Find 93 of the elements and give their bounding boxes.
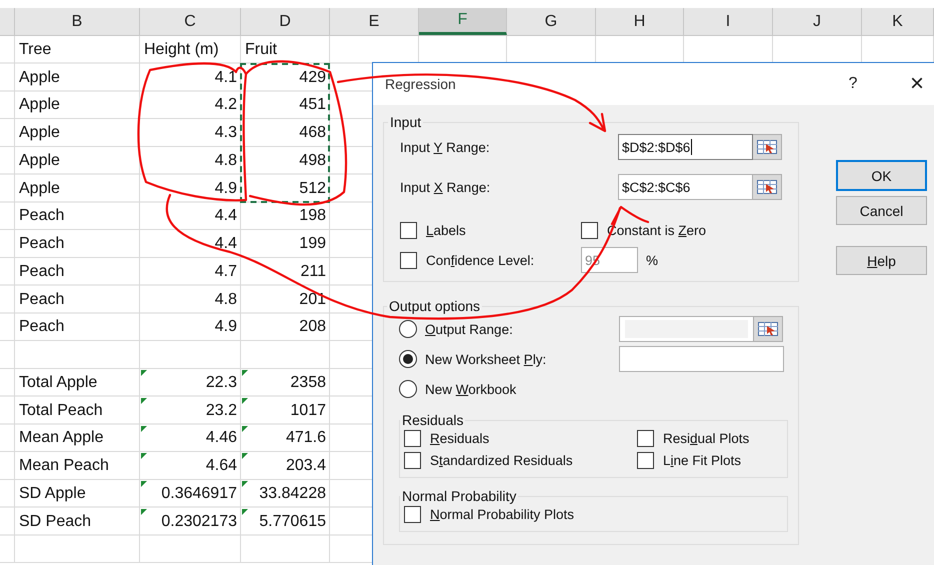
- dialog-button[interactable]: OK: [836, 160, 927, 191]
- percent-label: %: [646, 252, 658, 268]
- close-button[interactable]: ×: [894, 68, 934, 100]
- table-cell: 198: [299, 207, 326, 226]
- table-cell: 429: [299, 68, 326, 87]
- table-cell: 4.9: [214, 318, 237, 336]
- table-cell: Fruit: [245, 40, 277, 59]
- table-cell: Peach: [19, 318, 64, 336]
- table-cell: 33.84228: [259, 484, 326, 503]
- table-cell: 4.8: [214, 152, 237, 170]
- table-cell: 4.9: [214, 180, 237, 198]
- table-cell: Apple: [19, 96, 60, 114]
- table-cell: 23.2: [206, 402, 237, 420]
- range-picker-icon: [757, 140, 777, 154]
- dialog-button[interactable]: Cancel: [836, 196, 927, 225]
- checkbox[interactable]: [404, 452, 421, 469]
- table-cell: Mean Peach: [19, 457, 109, 476]
- table-cell: SD Peach: [19, 512, 92, 531]
- table-cell: 199: [299, 235, 326, 254]
- table-cell: Peach: [19, 290, 64, 309]
- range-field[interactable]: $C$2:$C$6: [618, 174, 753, 200]
- radio-button[interactable]: [399, 380, 417, 398]
- table-cell: 0.3646917: [161, 484, 237, 503]
- table-cell: Total Peach: [19, 402, 103, 420]
- radio-label: New Worksheet Ply:: [425, 352, 546, 366]
- checkbox-label: Confidence Level:: [426, 252, 534, 268]
- checkbox-label: Line Fit Plots: [663, 453, 742, 468]
- table-cell: 5.770615: [259, 512, 326, 531]
- range-select-button[interactable]: [753, 174, 782, 200]
- group-title: Normal Probability: [401, 488, 518, 504]
- checkbox[interactable]: [637, 430, 654, 447]
- table-cell: Peach: [19, 207, 64, 226]
- help-button[interactable]: ?: [830, 68, 876, 100]
- table-cell: Apple: [19, 68, 60, 87]
- table-cell: 208: [299, 318, 326, 336]
- checkbox-label: Residuals: [430, 431, 490, 446]
- range-select-button[interactable]: [753, 134, 782, 160]
- table-cell: 4.2: [214, 96, 237, 114]
- checkbox-label: Standardized Residuals: [430, 453, 573, 468]
- table-cell: 4.64: [206, 457, 237, 476]
- table-cell: 4.1: [214, 68, 237, 87]
- group-title: Input: [389, 114, 422, 130]
- table-cell: Apple: [19, 124, 60, 142]
- table-cell: Mean Apple: [19, 429, 104, 448]
- checkbox[interactable]: [404, 430, 421, 447]
- table-cell: Tree: [19, 40, 52, 59]
- table-cell: 0.2302173: [161, 512, 237, 531]
- table-cell: 468: [299, 124, 326, 142]
- radio-label: Output Range:: [425, 322, 513, 336]
- field-label: Input Y Range:: [400, 140, 491, 154]
- table-cell: Peach: [19, 235, 64, 254]
- table-cell: 211: [300, 262, 326, 281]
- table-cell: 4.4: [214, 235, 237, 254]
- table-cell: 22.3: [206, 374, 237, 392]
- table-cell: Total Apple: [19, 374, 98, 392]
- checkbox[interactable]: [581, 222, 598, 239]
- table-cell: 203.4: [286, 457, 326, 476]
- table-cell: 498: [299, 152, 326, 170]
- table-cell: 451: [299, 96, 326, 114]
- checkbox[interactable]: [637, 452, 654, 469]
- table-cell: 4.8: [214, 290, 237, 309]
- field-label: Input X Range:: [400, 180, 492, 194]
- table-cell: 4.7: [214, 262, 237, 281]
- table-cell: 4.46: [206, 429, 237, 448]
- table-cell: 512: [299, 180, 326, 198]
- table-cell: Height (m): [144, 40, 219, 59]
- table-cell: 2358: [290, 374, 326, 392]
- group-title: Residuals: [401, 412, 464, 428]
- group-title: Output options: [388, 298, 482, 314]
- checkbox-label: Residual Plots: [663, 431, 750, 446]
- table-cell: 201: [299, 290, 326, 309]
- checkbox-label: Labels: [426, 223, 466, 238]
- range-picker-icon: [758, 322, 778, 336]
- table-cell: Apple: [19, 152, 60, 170]
- table-cell: Peach: [19, 262, 64, 281]
- range-picker-icon: [757, 180, 777, 194]
- checkbox-label: Normal Probability Plots: [430, 507, 574, 522]
- checkbox[interactable]: [400, 222, 417, 239]
- range-field[interactable]: $D$2:$D$6: [618, 134, 753, 160]
- table-cell: 4.3: [214, 124, 237, 142]
- column-header[interactable]: F: [419, 8, 507, 35]
- window-title: Regression: [385, 76, 457, 92]
- table-cell: 4.4: [214, 207, 237, 226]
- radio-label: New Workbook: [425, 382, 516, 396]
- radio-button[interactable]: [399, 320, 417, 338]
- table-cell: SD Apple: [19, 484, 86, 503]
- table-cell: 1017: [290, 402, 326, 420]
- table-cell: Apple: [19, 180, 60, 198]
- dialog-button[interactable]: Help: [836, 246, 927, 275]
- checkbox[interactable]: [404, 506, 421, 523]
- output-field[interactable]: [619, 346, 784, 372]
- radio-button[interactable]: [399, 350, 417, 368]
- table-cell: 471.6: [286, 429, 326, 448]
